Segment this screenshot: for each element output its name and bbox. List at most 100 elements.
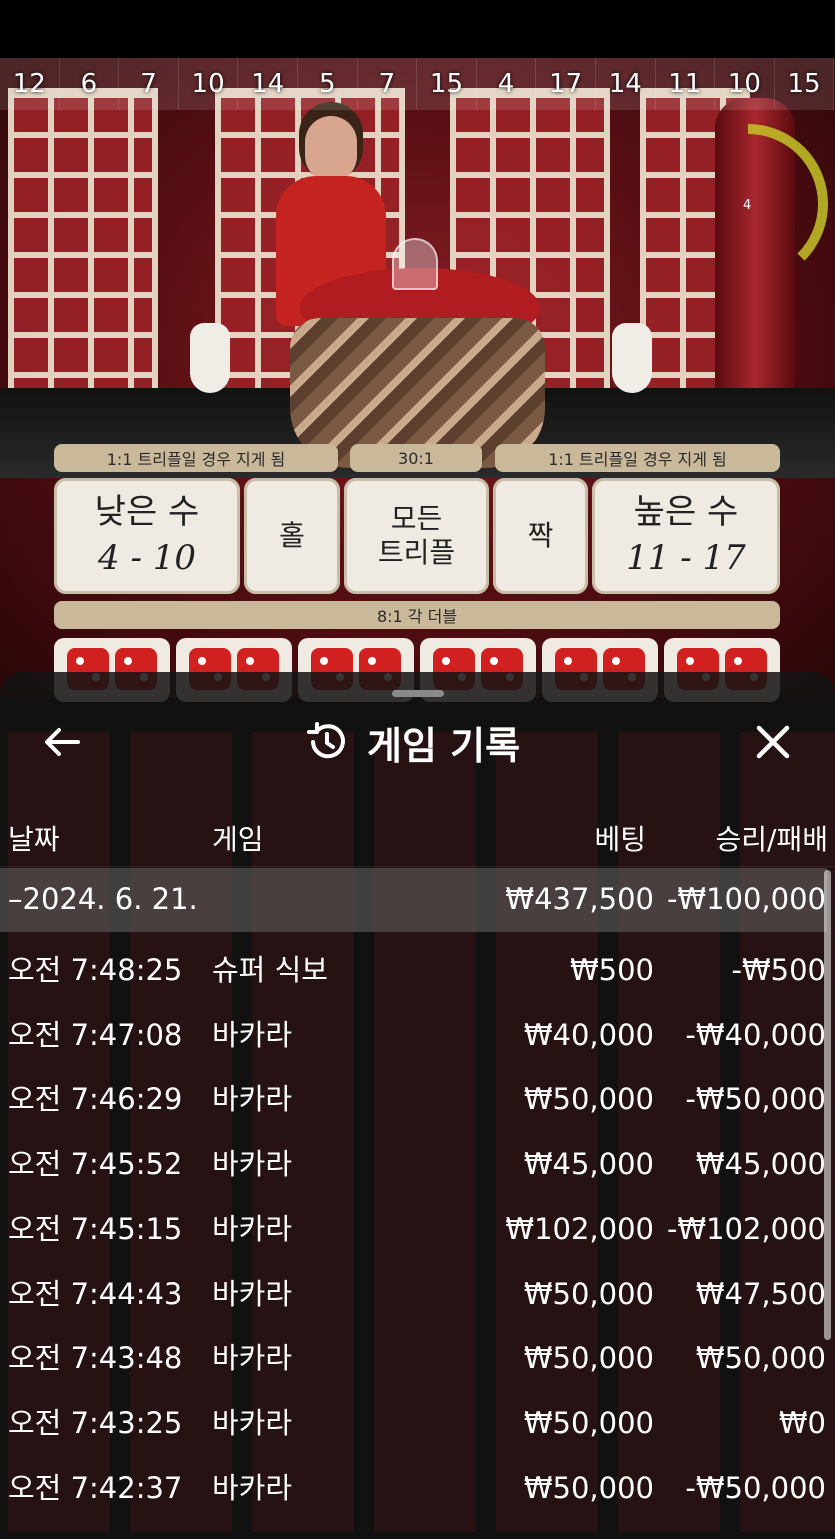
history-bet: ₩50,000 (523, 1471, 654, 1505)
history-row[interactable]: 오전 7:43:25 바카라 ₩50,000 ₩0 (0, 1393, 827, 1453)
history-row[interactable]: 오전 7:45:52 바카라 ₩45,000 ₩45,000 (0, 1134, 827, 1194)
history-win-loss: ₩0 (778, 1406, 826, 1440)
history-win-loss: ₩50,000 (695, 1341, 826, 1375)
history-row[interactable]: 오전 7:43:48 바카라 ₩50,000 ₩50,000 (0, 1328, 827, 1388)
history-win-loss: ₩45,000 (695, 1147, 826, 1181)
bet-odd[interactable]: 홀 (244, 478, 340, 594)
results-history-strip: 12 6 7 10 14 5 7 15 4 17 14 11 10 15 (0, 58, 835, 110)
history-result: 5 (297, 58, 358, 110)
history-game: 바카라 (212, 1147, 293, 1181)
status-bar (0, 0, 835, 58)
history-bet: ₩102,000 (505, 1212, 654, 1246)
history-result: 10 (715, 58, 775, 110)
close-icon (756, 725, 790, 759)
date-group-win-loss-total: -₩100,000 (666, 882, 826, 916)
history-row[interactable]: 오전 7:42:37 바카라 ₩50,000 -₩50,000 (0, 1458, 827, 1518)
bet-small-label: 낮은 수 (94, 492, 200, 533)
history-time: 오전 7:45:15 (8, 1212, 183, 1246)
history-bet: ₩45,000 (523, 1147, 654, 1181)
bet-any-triple-label-1: 모든 (390, 502, 443, 536)
bet-any-triple[interactable]: 모든 트리플 (344, 478, 489, 594)
history-result: 11 (655, 58, 716, 110)
date-group-bet-total: ₩437,500 (505, 882, 654, 916)
countdown-timer-ring (748, 124, 828, 284)
history-game: 바카라 (212, 1406, 293, 1440)
date-group-date: –2024. 6. 21. (8, 882, 198, 916)
history-game: 바카라 (212, 1341, 293, 1375)
column-header-win-loss: 승리/패배 (715, 823, 828, 856)
sheet-drag-handle[interactable] (392, 690, 444, 697)
column-header-bet: 베팅 (594, 823, 646, 856)
history-row[interactable]: 오전 7:48:25 슈퍼 식보 ₩500 -₩500 (0, 940, 827, 1000)
history-time: 오전 7:43:48 (8, 1341, 183, 1375)
history-bet: ₩50,000 (523, 1341, 654, 1375)
bet-small-range: 4 - 10 (98, 537, 196, 578)
history-game: 바카라 (212, 1082, 293, 1116)
any-triple-payout-bar: 30:1 (350, 444, 482, 472)
history-result: 10 (178, 58, 239, 110)
vase-left (190, 323, 230, 393)
history-game: 바카라 (212, 1018, 293, 1052)
lattice-screen-left (8, 88, 158, 418)
history-bet: ₩40,000 (523, 1018, 654, 1052)
sheet-title-group: 게임 기록 (305, 712, 520, 772)
history-time: 오전 7:43:25 (8, 1406, 183, 1440)
history-time: 오전 7:47:08 (8, 1018, 183, 1052)
big-payout-bar: 1:1 트리플일 경우 지게 됨 (495, 444, 780, 472)
history-result: 4 (476, 58, 537, 110)
history-clock-icon (307, 722, 345, 759)
history-game: 바카라 (212, 1212, 293, 1246)
history-result: 14 (595, 58, 656, 110)
history-time: 오전 7:45:52 (8, 1147, 183, 1181)
bet-even[interactable]: 짝 (493, 478, 588, 594)
bet-big[interactable]: 높은 수 11 - 17 (592, 478, 780, 594)
bet-odd-label: 홀 (279, 519, 305, 553)
history-result: 15 (417, 58, 477, 110)
history-row[interactable]: 오전 7:46:29 바카라 ₩50,000 -₩50,000 (0, 1069, 827, 1129)
history-result: 7 (119, 58, 179, 110)
history-result: 14 (238, 58, 298, 110)
dealer-head (305, 116, 357, 182)
bet-any-triple-label-2: 트리플 (377, 536, 456, 569)
history-win-loss: -₩40,000 (685, 1018, 826, 1052)
history-bet: ₩500 (569, 953, 654, 987)
date-group-row[interactable]: –2024. 6. 21. ₩437,500 -₩100,000 (0, 868, 827, 932)
vase-right (612, 323, 652, 393)
history-row[interactable]: 오전 7:47:08 바카라 ₩40,000 -₩40,000 (0, 1005, 827, 1065)
history-bet: ₩50,000 (523, 1277, 654, 1311)
double-payout-bar: 8:1 각 더블 (54, 601, 780, 629)
history-bet: ₩50,000 (523, 1406, 654, 1440)
history-time: 오전 7:46:29 (8, 1082, 183, 1116)
history-win-loss: -₩500 (731, 953, 827, 987)
history-win-loss: -₩50,000 (685, 1082, 826, 1116)
history-result: 15 (774, 58, 835, 110)
history-time: 오전 7:42:37 (8, 1471, 183, 1505)
history-bet: ₩50,000 (523, 1082, 654, 1116)
bet-big-range: 11 - 17 (626, 537, 746, 578)
history-time: 오전 7:44:43 (8, 1277, 183, 1311)
history-game: 바카라 (212, 1277, 293, 1311)
small-payout-bar: 1:1 트리플일 경우 지게 됨 (54, 444, 338, 472)
header-divider (0, 866, 835, 867)
history-game: 슈퍼 식보 (212, 953, 328, 987)
history-row[interactable]: 오전 7:44:43 바카라 ₩50,000 ₩47,500 (0, 1264, 827, 1324)
bet-small[interactable]: 낮은 수 4 - 10 (54, 478, 240, 594)
history-row[interactable]: 오전 7:45:15 바카라 ₩102,000 -₩102,000 (0, 1199, 827, 1259)
history-result: 7 (357, 58, 418, 110)
back-button[interactable] (36, 720, 88, 764)
arrow-left-icon (45, 728, 80, 756)
history-win-loss: -₩50,000 (685, 1471, 826, 1505)
column-header-date: 날짜 (8, 823, 60, 856)
scrollbar[interactable] (824, 870, 831, 1340)
dice-shaker-dome (392, 238, 438, 290)
history-game: 바카라 (212, 1471, 293, 1505)
history-win-loss: -₩102,000 (666, 1212, 826, 1246)
bet-big-label: 높은 수 (633, 492, 739, 533)
history-win-loss: ₩47,500 (695, 1277, 826, 1311)
history-result: 6 (59, 58, 120, 110)
countdown-timer-value: 4 (743, 198, 752, 213)
column-header-game: 게임 (212, 823, 264, 856)
close-button[interactable] (747, 720, 799, 764)
history-time: 오전 7:48:25 (8, 953, 183, 987)
bet-even-label: 짝 (527, 519, 554, 553)
